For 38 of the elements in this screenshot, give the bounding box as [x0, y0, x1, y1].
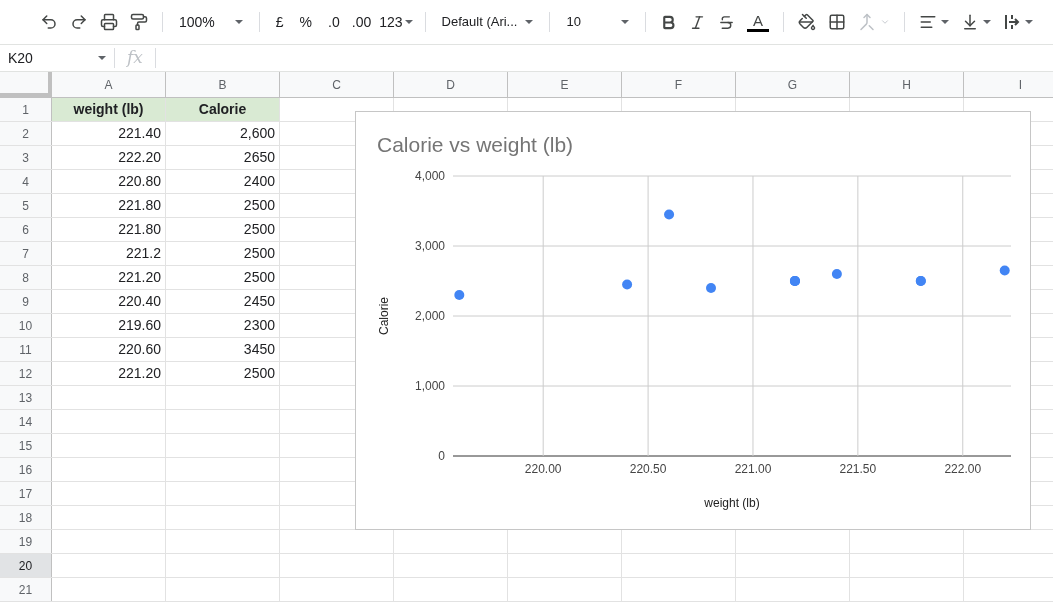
- header-cell: weight (lb): [52, 98, 166, 121]
- table-cell: 220.40: [52, 290, 166, 313]
- y-axis-title: Calorie: [377, 297, 391, 335]
- x-tick-label: 222.00: [944, 462, 982, 476]
- table-cell: 2500: [166, 194, 280, 217]
- table-cell: 3450: [166, 338, 280, 361]
- x-tick-label: 220.50: [629, 462, 667, 476]
- table-cell: 2500: [166, 242, 280, 265]
- x-tick-label: 220.00: [524, 462, 562, 476]
- table-cell: 2,600: [166, 122, 280, 145]
- table-cell: 2500: [166, 218, 280, 241]
- table-cell: 221.80: [52, 218, 166, 241]
- table-cell: 2300: [166, 314, 280, 337]
- x-axis-title: weight (lb): [704, 496, 760, 510]
- table-cell: 221.20: [52, 266, 166, 289]
- y-tick-label: 4,000: [414, 169, 445, 183]
- y-tick-label: 2,000: [414, 309, 445, 323]
- table-cell: 221.20: [52, 362, 166, 385]
- header-cell: Calorie: [166, 98, 280, 121]
- chart-title: Calorie vs weight (lb): [377, 133, 574, 156]
- table-cell: 221.40: [52, 122, 166, 145]
- y-tick-label: 3,000: [414, 239, 445, 253]
- table-cell: 219.60: [52, 314, 166, 337]
- table-cell: 221.80: [52, 194, 166, 217]
- table-cell: 220.80: [52, 170, 166, 193]
- fx-label: fx: [125, 46, 144, 70]
- table-cell: 2650: [166, 146, 280, 169]
- x-tick-label: 221.00: [734, 462, 772, 476]
- table-cell: 221.2: [52, 242, 166, 265]
- table-cell: 220.60: [52, 338, 166, 361]
- y-tick-label: 1,000: [414, 379, 445, 393]
- table-cell: 2500: [166, 266, 280, 289]
- x-tick-label: 221.50: [839, 462, 877, 476]
- table-cell: 2400: [166, 170, 280, 193]
- table-cell: 222.20: [52, 146, 166, 169]
- y-tick-label: 0: [438, 449, 445, 463]
- table-cell: 2500: [166, 362, 280, 385]
- table-cell: 2450: [166, 290, 280, 313]
